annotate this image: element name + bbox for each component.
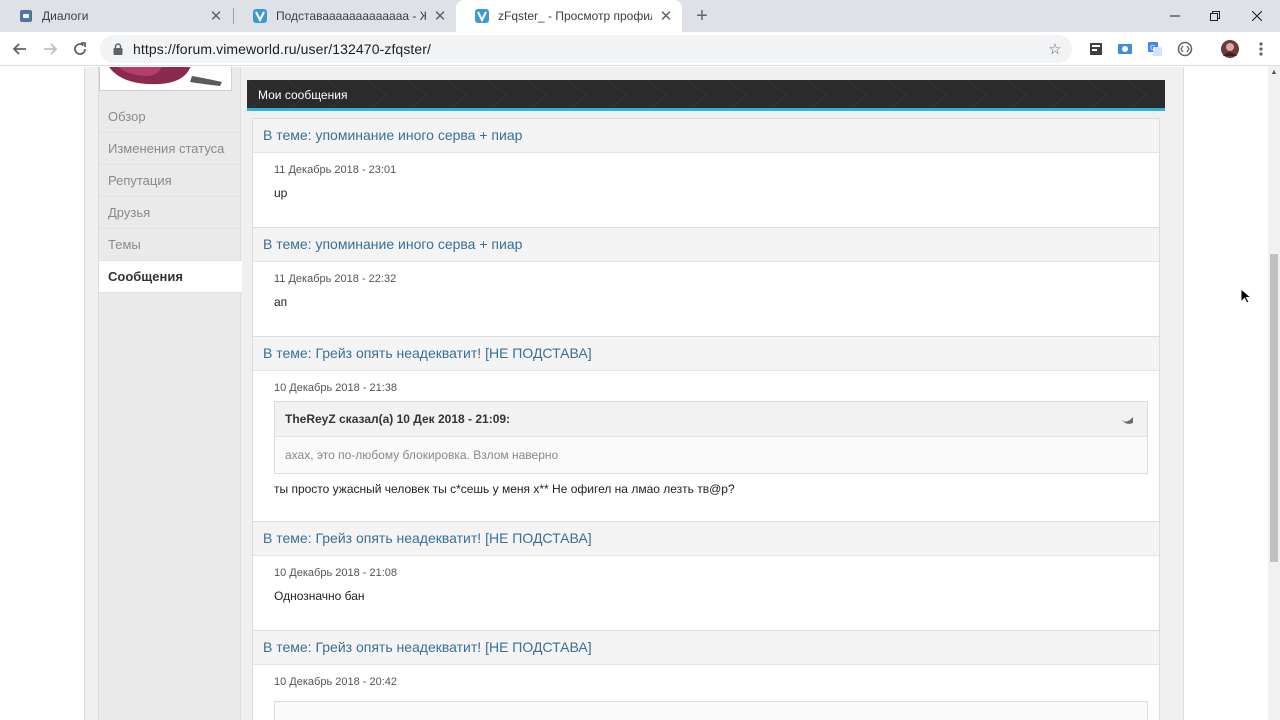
post-item: В теме: Грейз опять неадекватит! [НЕ ПОД… (252, 522, 1160, 631)
restore-icon[interactable] (1192, 0, 1238, 32)
post-item: В теме: Грейз опять неадекватит! [НЕ ПОД… (252, 631, 1160, 720)
post-topic-link[interactable]: В теме: Грейз опять неадекватит! [НЕ ПОД… (253, 522, 1159, 556)
post-body: 10 Декабрь 2018 - 21:38 TheReyZ сказал(а… (253, 371, 1159, 521)
address-bar[interactable]: https://forum.vimeworld.ru/user/132470-z… (100, 35, 1072, 63)
url-text: https://forum.vimeworld.ru/user/132470-z… (133, 41, 432, 57)
post-date: 10 Декабрь 2018 - 21:08 (274, 567, 398, 579)
profile-sidebar: Обзор Изменения статуса Репутация Друзья… (98, 67, 242, 720)
tab-complaints[interactable]: Подставааааааааааааа - Жалобы ✕ (234, 0, 456, 32)
post-date: 10 Декабрь 2018 - 20:42 (274, 676, 398, 688)
quote-author: TheReyZ сказал(а) 10 Дек 2018 - 21:09: (275, 402, 1147, 437)
profile-avatar-icon[interactable] (1220, 39, 1240, 59)
window-close-icon[interactable] (1234, 0, 1280, 32)
header-pattern (247, 80, 1148, 108)
new-tab-button[interactable]: + (690, 4, 714, 28)
menu-dots-icon[interactable] (1252, 40, 1270, 58)
post-body: 11 Декабрь 2018 - 22:32 ап (253, 262, 1159, 336)
post-topic-link[interactable]: В теме: упоминание иного серва + пиар (253, 119, 1159, 153)
tab-profile[interactable]: zFqster_ - Просмотр профиля - ✕ (456, 0, 682, 32)
sidebar-item-posts[interactable]: Сообщения (99, 261, 242, 293)
page-viewport: Обзор Изменения статуса Репутация Друзья… (0, 67, 1268, 720)
tab-dialogs[interactable]: Диалоги ✕ (0, 0, 232, 32)
post-topic-link[interactable]: В теме: Грейз опять неадекватит! [НЕ ПОД… (253, 337, 1159, 371)
post-item: В теме: упоминание иного серва + пиар 11… (252, 118, 1160, 228)
sidebar-item-topics[interactable]: Темы (99, 229, 242, 261)
extension-capture-icon[interactable] (1116, 40, 1134, 58)
post-item: В теме: Грейз опять неадекватит! [НЕ ПОД… (252, 337, 1160, 522)
vimeworld-icon (252, 8, 268, 24)
bookmark-star-icon[interactable]: ☆ (1046, 40, 1064, 58)
panel-header: Мои сообщения (247, 80, 1165, 111)
post-date: 11 Декабрь 2018 - 23:01 (274, 164, 397, 176)
scroll-thumb[interactable] (1270, 254, 1278, 562)
vimeworld-icon (474, 8, 490, 24)
tab-strip: Диалоги ✕ Подставааааааааааааа - Жалобы … (0, 0, 1280, 32)
profile-wrapper: Обзор Изменения статуса Репутация Друзья… (84, 67, 1184, 720)
close-icon[interactable]: ✕ (432, 8, 448, 25)
page-scrollbar[interactable]: ▲ (1268, 66, 1280, 720)
close-icon[interactable]: ✕ (208, 8, 224, 25)
close-icon[interactable]: ✕ (658, 8, 674, 25)
post-text: Однозначно бан (274, 589, 365, 603)
profile-avatar (99, 67, 232, 91)
panel-title: Мои сообщения (258, 88, 348, 102)
profile-menu: Обзор Изменения статуса Репутация Друзья… (99, 101, 242, 293)
post-text: ап (274, 295, 288, 309)
tab-title: zFqster_ - Просмотр профиля - (498, 9, 652, 23)
scroll-up-icon[interactable]: ▲ (1268, 66, 1280, 78)
post-body: 10 Декабрь 2018 - 21:08 Однозначно бан (253, 556, 1159, 630)
post-topic-link[interactable]: В теме: упоминание иного серва + пиар (253, 228, 1159, 262)
back-icon[interactable] (8, 37, 32, 61)
quote-author-text: TheReyZ сказал(а) 10 Дек 2018 - 21:09: (285, 412, 511, 426)
quote-block: TheReyZ сказал(а) 10 Дек 2018 - 21:09: а… (274, 401, 1148, 474)
view-post-icon[interactable] (1120, 413, 1134, 425)
extension-circle-icon[interactable] (1176, 40, 1194, 58)
quote-text: ахах, это по-любому блокировка. Взлом на… (285, 448, 559, 462)
sidebar-item-overview[interactable]: Обзор (99, 101, 242, 133)
post-body: 11 Декабрь 2018 - 23:01 up (253, 153, 1159, 227)
post-item: В теме: упоминание иного серва + пиар 11… (252, 228, 1160, 337)
mouse-cursor-icon (1240, 288, 1252, 304)
quote-block (274, 701, 1148, 720)
extension-reader-icon[interactable] (1087, 40, 1105, 58)
chat-icon (18, 8, 34, 24)
sidebar-item-reputation[interactable]: Репутация (99, 165, 242, 197)
forward-icon[interactable] (38, 37, 62, 61)
post-text: up (274, 186, 288, 200)
sidebar-item-status-updates[interactable]: Изменения статуса (99, 133, 242, 165)
reload-icon[interactable] (68, 37, 92, 61)
post-topic-link[interactable]: В теме: Грейз опять неадекватит! [НЕ ПОД… (253, 631, 1159, 665)
svg-text:G: G (1150, 44, 1155, 52)
tab-title: Подставааааааааааааа - Жалобы (276, 9, 426, 23)
browser-toolbar: https://forum.vimeworld.ru/user/132470-z… (0, 32, 1280, 66)
sidebar-item-friends[interactable]: Друзья (99, 197, 242, 229)
post-date: 11 Декабрь 2018 - 22:32 (274, 273, 397, 285)
tab-title: Диалоги (42, 9, 89, 23)
post-body: 10 Декабрь 2018 - 20:42 (253, 665, 1159, 720)
post-date: 10 Декабрь 2018 - 21:38 (274, 382, 398, 394)
translate-icon[interactable]: G (1146, 40, 1164, 58)
lock-icon (112, 43, 124, 55)
posts-list: В теме: упоминание иного серва + пиар 11… (252, 118, 1160, 720)
profile-content: Мои сообщения В теме: упоминание иного с… (247, 80, 1165, 720)
post-text: ты просто ужасный человек ты с*сешь у ме… (274, 482, 735, 496)
